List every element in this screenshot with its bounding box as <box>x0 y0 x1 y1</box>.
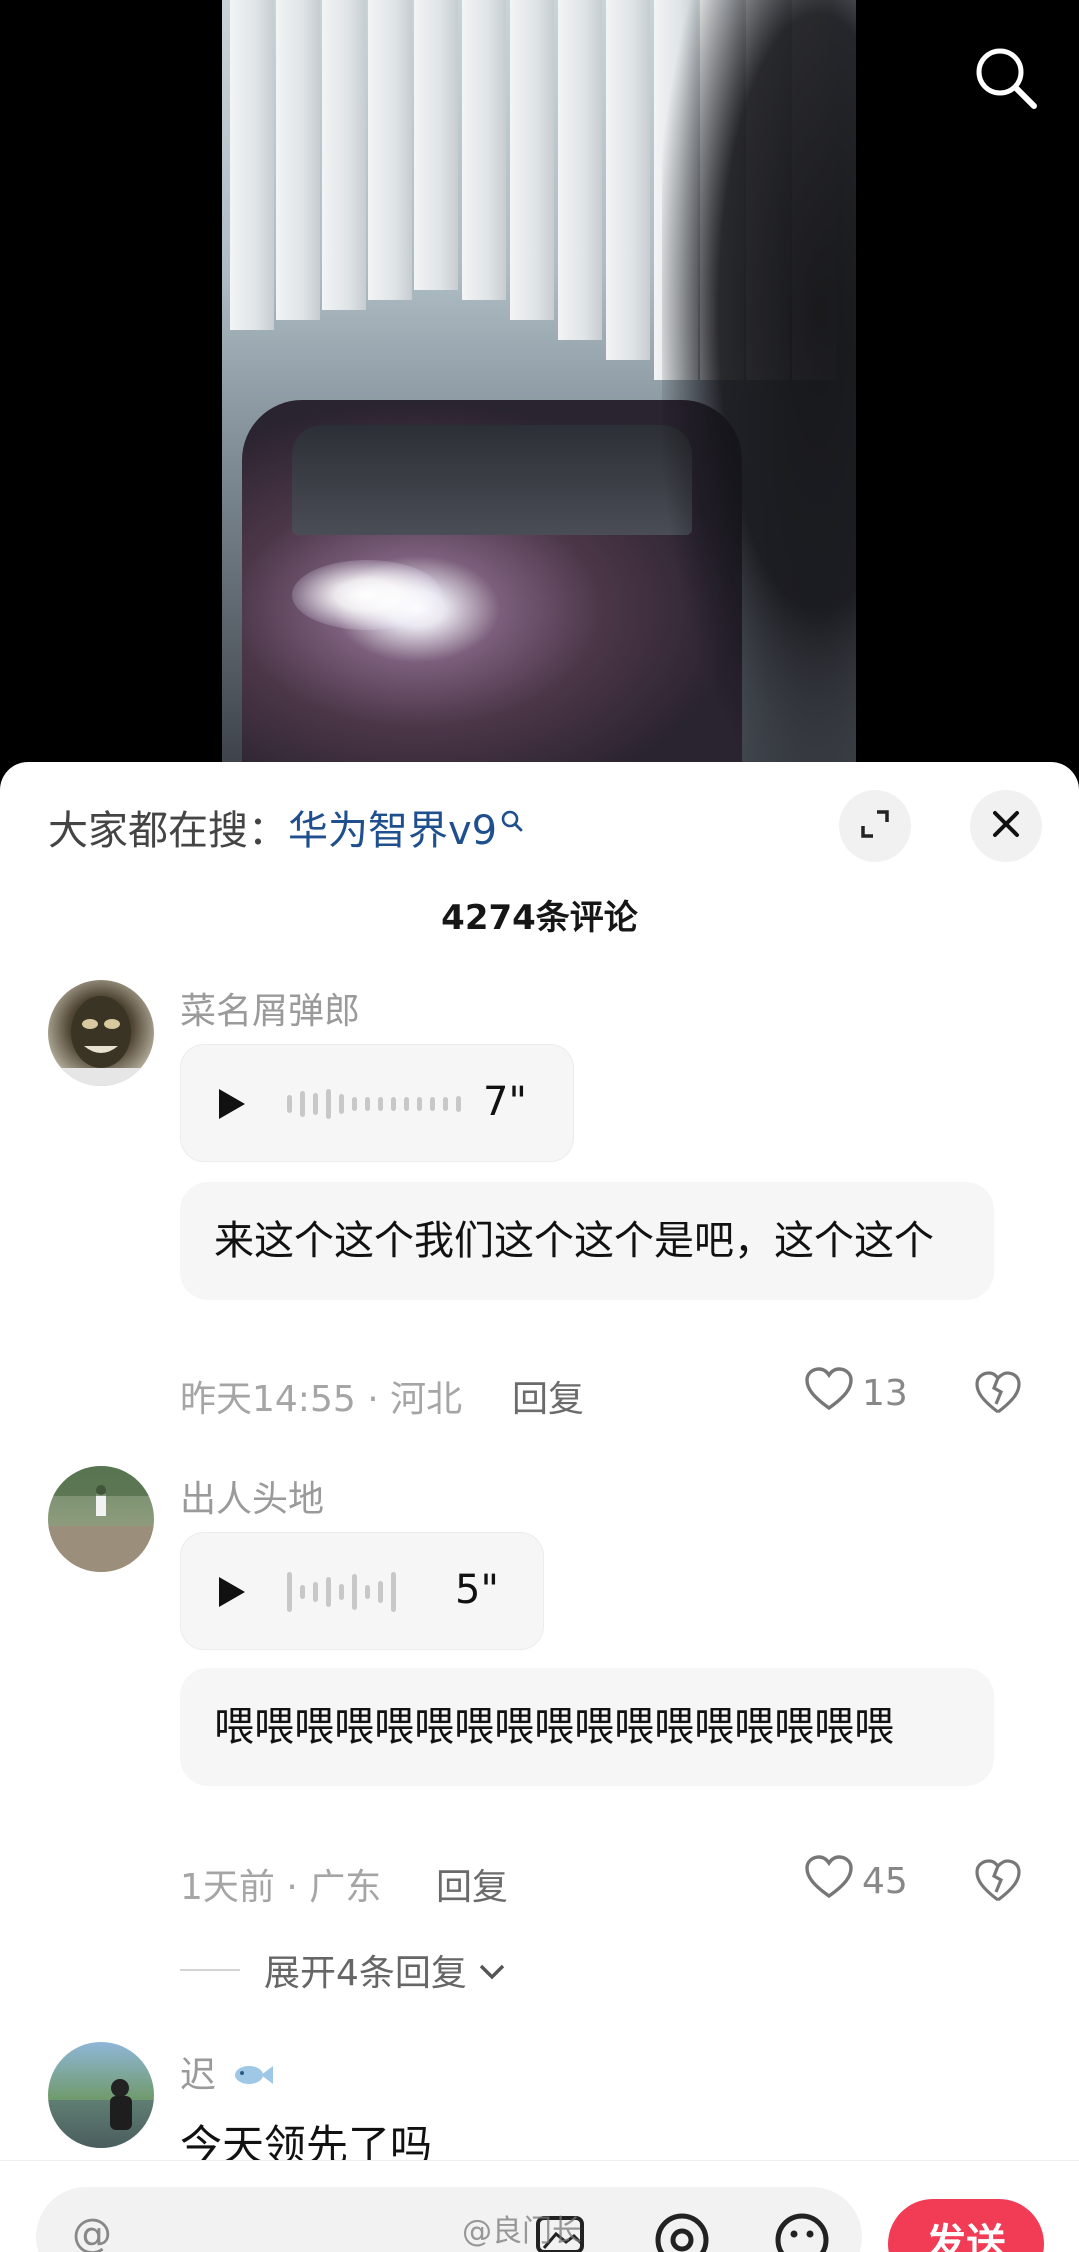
expand-button[interactable] <box>839 790 911 862</box>
search-suggestion-prefix: 大家都在搜： <box>48 808 288 854</box>
like-count: 13 <box>862 1373 908 1414</box>
avatar[interactable] <box>48 980 154 1086</box>
voice-waveform <box>287 1563 396 1621</box>
play-icon <box>219 1577 245 1607</box>
voice-message[interactable]: 5" <box>180 1532 544 1650</box>
comment-username[interactable]: 迟 <box>180 2046 275 2098</box>
broken-heart-icon <box>974 1371 1022 1420</box>
search-icon <box>499 798 525 844</box>
expand-icon <box>857 806 893 846</box>
voice-transcript: 喂喂喂喂喂喂喂喂喂喂喂喂喂喂喂喂喂 <box>180 1668 994 1786</box>
comment-username[interactable]: 出人头地 <box>180 1470 324 1522</box>
emoji-icon[interactable] <box>772 2210 832 2252</box>
search-icon[interactable] <box>972 44 1040 112</box>
like-button[interactable]: 45 <box>804 1854 908 1909</box>
like-count: 45 <box>862 1861 908 1902</box>
broken-heart-icon <box>974 1859 1022 1908</box>
watermark: @良门长 <box>462 2214 582 2249</box>
expand-replies-label: 展开4条回复 <box>264 1953 467 1994</box>
voice-duration: 7" <box>483 1079 527 1125</box>
close-button[interactable] <box>970 790 1042 862</box>
comments-sheet: 大家都在搜：华为智界v9 4274条评论 菜名屑弹郎 7" 来这个这个我们这个这… <box>0 762 1079 2252</box>
voice-duration: 5" <box>455 1567 499 1613</box>
voice-waveform <box>287 1075 461 1133</box>
close-icon <box>990 808 1022 844</box>
dislike-button[interactable] <box>974 1858 1022 1904</box>
play-icon <box>219 1089 245 1119</box>
video-player[interactable] <box>0 0 1079 780</box>
comments-count-title: 4274条评论 <box>441 898 638 938</box>
avatar[interactable] <box>48 1466 154 1572</box>
avatar[interactable] <box>48 2042 154 2148</box>
reply-button[interactable]: 回复 <box>436 1858 508 1910</box>
video-frame <box>222 0 856 780</box>
car-headlight <box>292 560 442 630</box>
voice-message[interactable]: 7" <box>180 1044 574 1162</box>
heart-icon <box>804 1854 854 1909</box>
at-icon[interactable] <box>652 2210 712 2252</box>
car-window <box>292 425 692 535</box>
expand-replies-button[interactable]: 展开4条回复 <box>180 1944 507 1996</box>
comment-username[interactable]: 菜名屑弹郎 <box>180 982 360 1034</box>
search-suggestion-term[interactable]: 华为智界v9 <box>288 808 497 854</box>
send-button[interactable]: 发送 <box>888 2199 1044 2252</box>
fish-icon <box>231 2057 275 2098</box>
screen: 大家都在搜：华为智界v9 4274条评论 菜名屑弹郎 7" 来这个这个我们这个这… <box>0 0 1079 2252</box>
dislike-button[interactable] <box>974 1370 1022 1416</box>
comment-meta: 1天前 · 广东 <box>180 1867 382 1908</box>
voice-transcript: 来这个这个我们这个这个是吧，这个这个 <box>180 1182 994 1300</box>
divider <box>180 1969 240 1971</box>
comment-input[interactable]: @ <box>36 2187 862 2252</box>
search-suggestion[interactable]: 大家都在搜：华为智界v9 <box>48 798 525 856</box>
foreground-silhouette <box>662 0 856 780</box>
chevron-down-icon <box>477 1950 507 1991</box>
like-button[interactable]: 13 <box>804 1366 908 1421</box>
comment-input-placeholder: @ <box>72 2211 112 2252</box>
reply-button[interactable]: 回复 <box>512 1370 584 1422</box>
heart-icon <box>804 1366 854 1421</box>
comment-username-text: 迟 <box>180 2055 217 2096</box>
comment-meta: 昨天14:55 · 河北 <box>180 1379 463 1420</box>
